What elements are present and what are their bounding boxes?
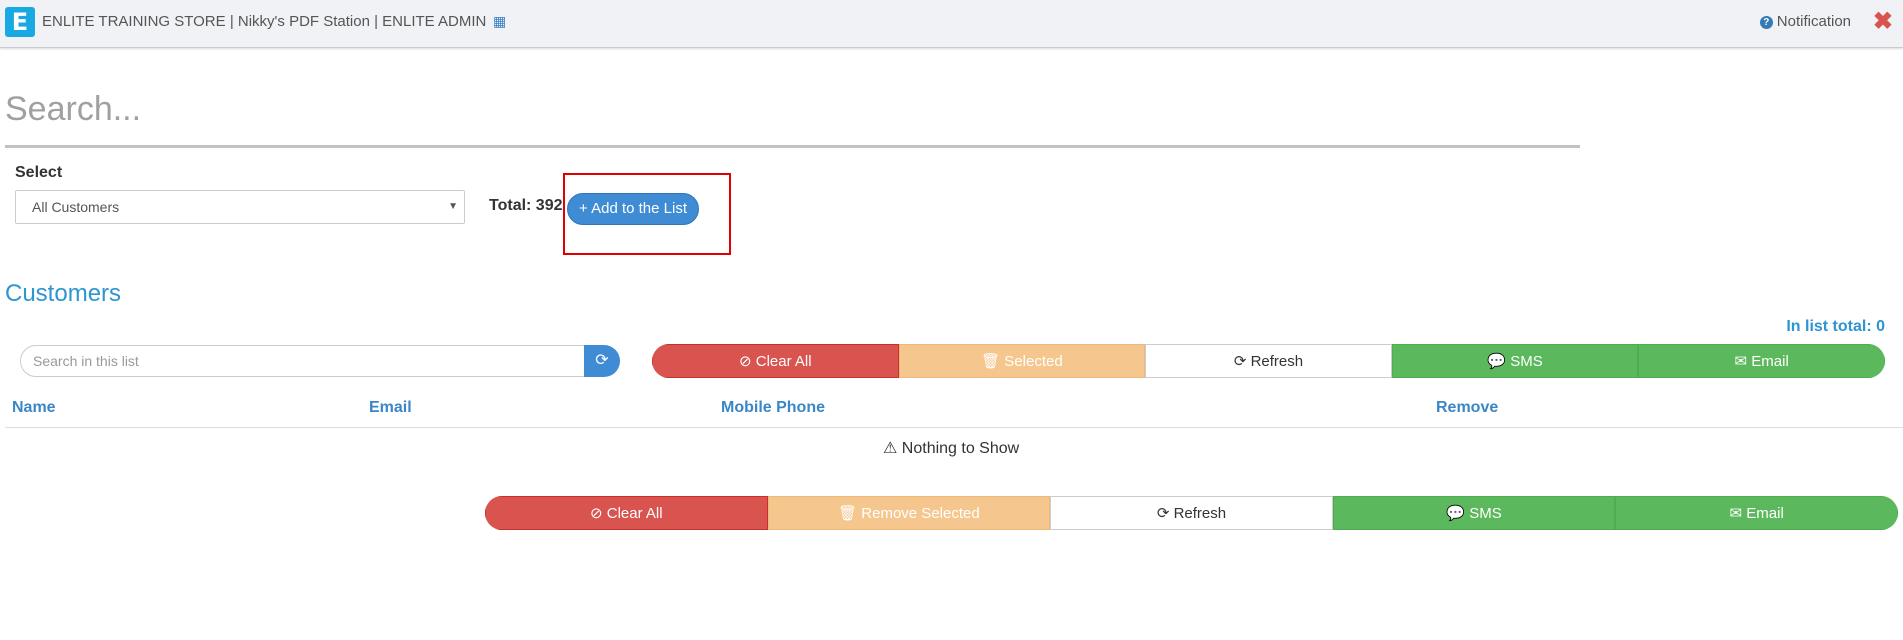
help-icon: ? xyxy=(1759,16,1773,29)
top-bar: E ENLITE TRAINING STORE | Nikky's PDF St… xyxy=(0,0,1903,48)
bottom-action-group: ⊘ Clear All 🗑 Remove Selected ⟳ Refresh … xyxy=(485,496,1898,530)
in-list-total: In list total: 0 xyxy=(1786,318,1885,335)
section-title: Customers xyxy=(5,280,122,307)
clear-all-button[interactable]: ⊘ Clear All xyxy=(485,496,768,530)
chevron-down-icon: ▼ xyxy=(448,201,458,212)
sms-button[interactable]: 💬 SMS xyxy=(1332,496,1616,530)
remove-selected-button[interactable]: 🗑 Selected xyxy=(898,344,1146,378)
close-icon[interactable]: ✖ xyxy=(1873,7,1893,36)
app-logo: E xyxy=(5,7,35,37)
column-header-remove[interactable]: Remove xyxy=(1436,399,1498,417)
notification-button[interactable]: ? Notification xyxy=(1759,13,1851,30)
refresh-icon[interactable]: ⟳ xyxy=(584,345,620,377)
highlight-annotation xyxy=(563,173,731,255)
language-icon[interactable]: ▦ xyxy=(493,13,506,30)
refresh-button[interactable]: ⟳ Refresh xyxy=(1050,496,1333,530)
clear-all-button[interactable]: ⊘ Clear All xyxy=(652,344,899,378)
app-title: ENLITE TRAINING STORE | Nikky's PDF Stat… xyxy=(42,13,487,30)
column-header-email[interactable]: Email xyxy=(369,399,412,417)
customer-group-select[interactable]: All Customers ▼ xyxy=(15,190,465,224)
email-button[interactable]: ✉ Email xyxy=(1615,496,1898,530)
sms-button[interactable]: 💬 SMS xyxy=(1391,344,1639,378)
email-button[interactable]: ✉ Email xyxy=(1638,344,1885,378)
remove-selected-button[interactable]: 🗑 Remove Selected xyxy=(767,496,1051,530)
select-label: Select xyxy=(15,164,63,181)
main-search-input[interactable] xyxy=(5,74,1580,148)
select-value: All Customers xyxy=(32,199,120,215)
table-divider xyxy=(5,427,1903,428)
total-count: Total: 392 xyxy=(489,197,563,214)
top-action-group: ⊘ Clear All 🗑 Selected ⟳ Refresh 💬 SMS ✉… xyxy=(652,344,1885,378)
empty-message: ⚠ Nothing to Show xyxy=(883,440,1020,457)
column-header-name[interactable]: Name xyxy=(12,399,56,417)
notification-label: Notification xyxy=(1776,13,1851,30)
column-header-mobile-phone[interactable]: Mobile Phone xyxy=(721,399,825,417)
list-search-input[interactable] xyxy=(20,345,585,377)
refresh-button[interactable]: ⟳ Refresh xyxy=(1145,344,1392,378)
